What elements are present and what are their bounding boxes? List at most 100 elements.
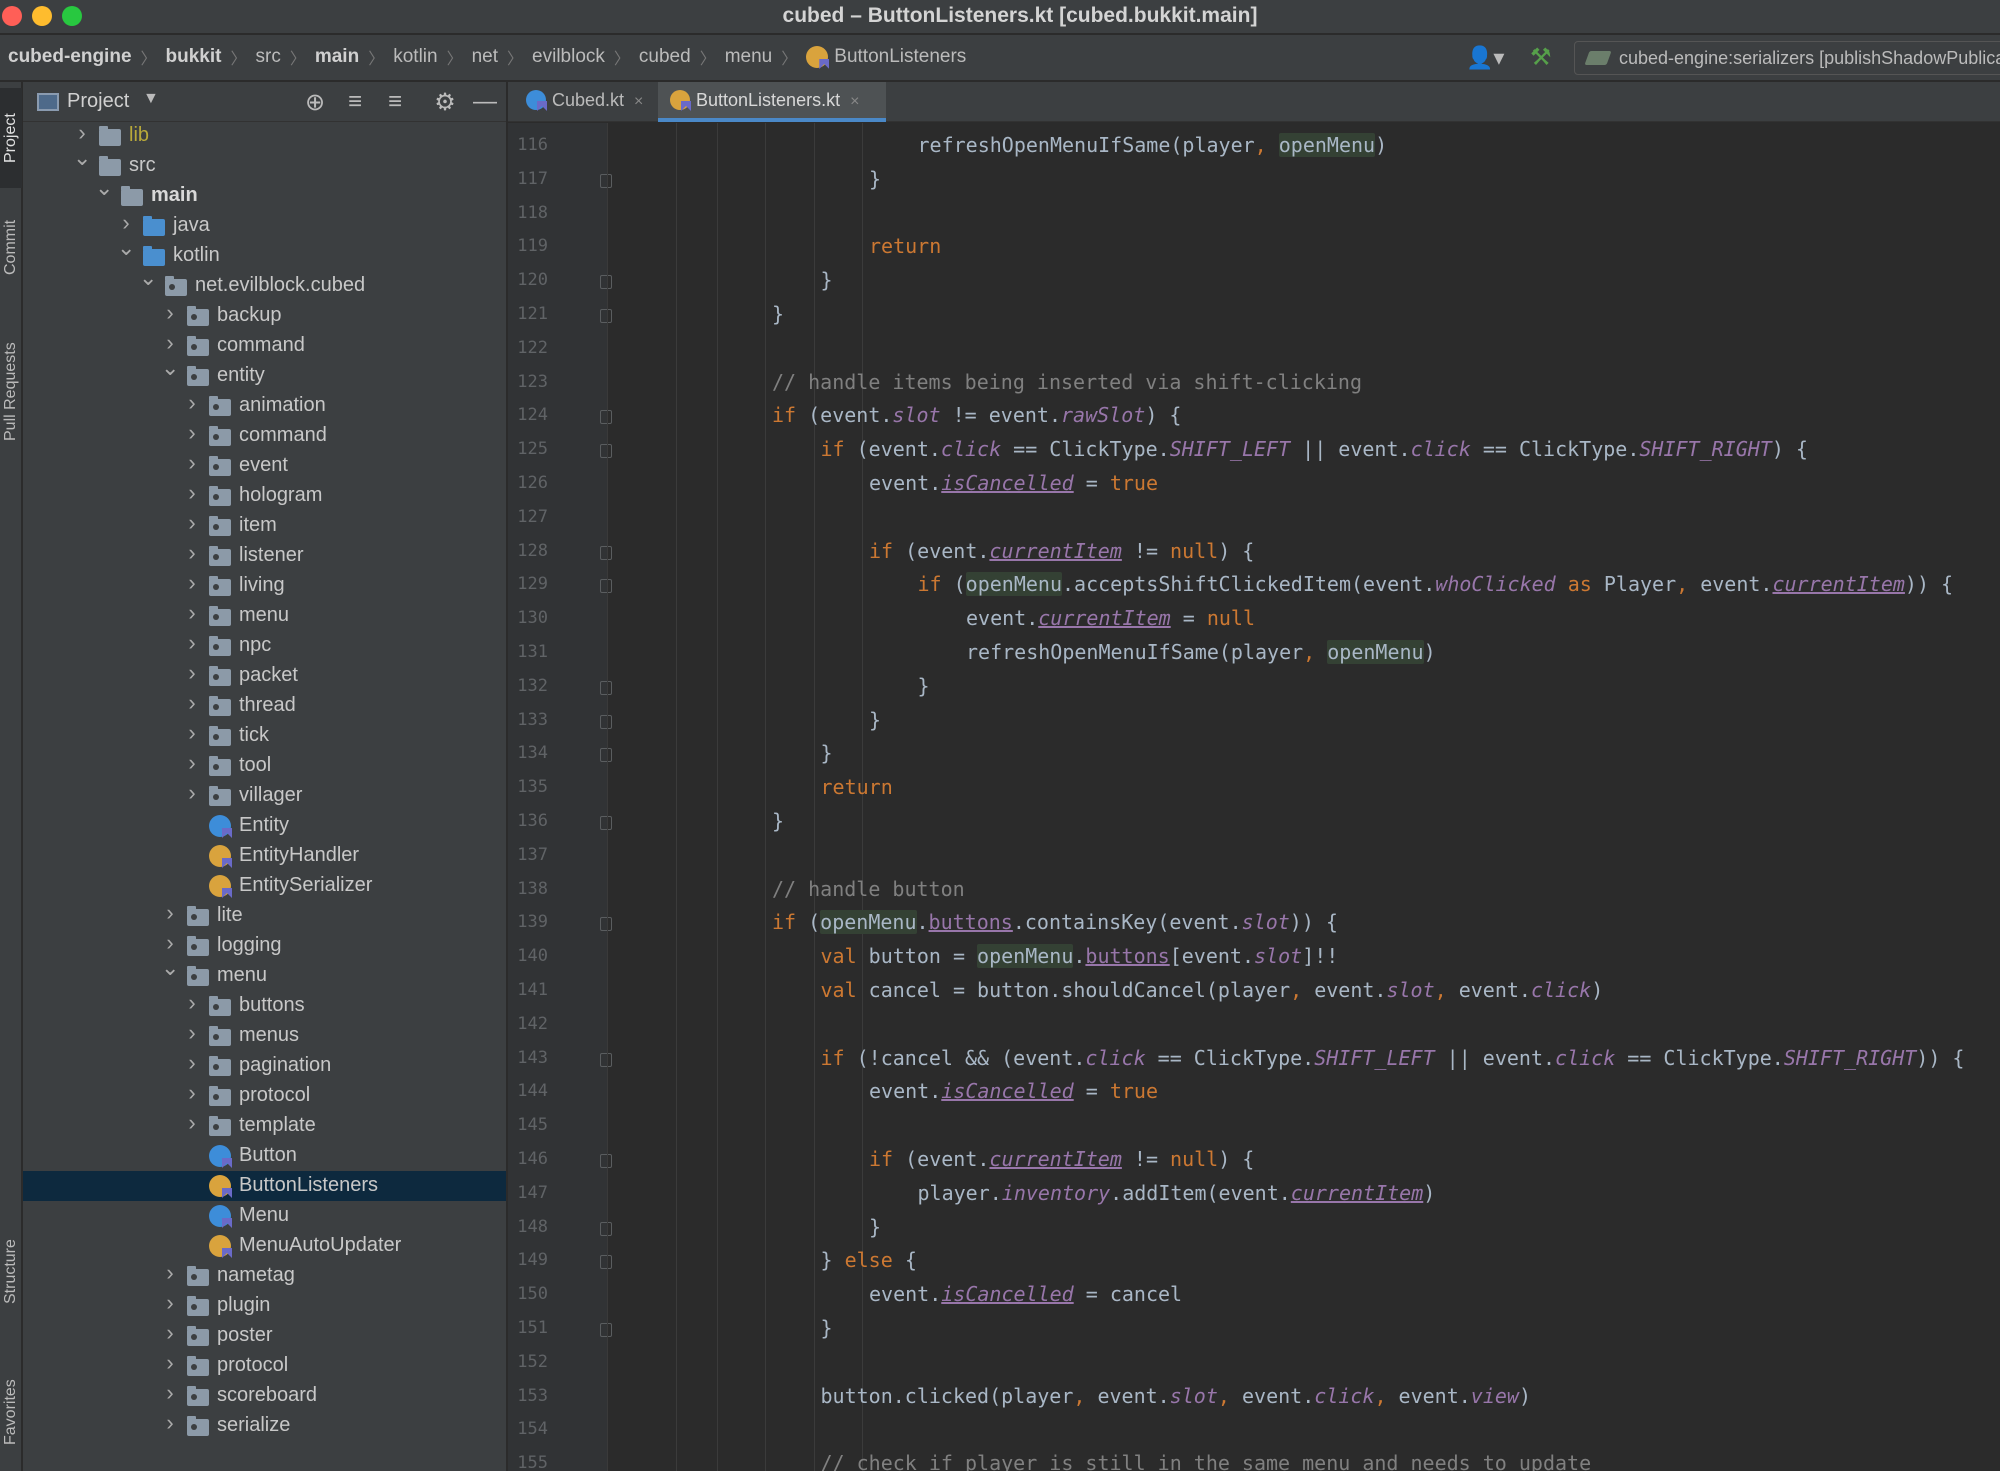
tree-item[interactable]: Menu: [23, 1201, 506, 1231]
tree-item[interactable]: › nametag: [23, 1260, 506, 1291]
chevron-right-icon[interactable]: ›: [183, 630, 201, 656]
chevron-right-icon[interactable]: ›: [183, 600, 201, 626]
tree-item[interactable]: ⌄ kotlin: [23, 235, 506, 271]
code-line[interactable]: return: [821, 775, 893, 805]
code-line[interactable]: }: [772, 302, 784, 332]
fold-marker-icon[interactable]: [600, 1255, 612, 1270]
tree-item[interactable]: › npc: [23, 630, 506, 661]
fold-marker-icon[interactable]: [600, 917, 612, 932]
code-line[interactable]: }: [821, 268, 833, 298]
tree-item[interactable]: › poster: [23, 1320, 506, 1351]
tree-item[interactable]: Button: [23, 1141, 506, 1171]
tree-item[interactable]: › event: [23, 450, 506, 481]
tree-item[interactable]: › menu: [23, 600, 506, 631]
fold-marker-icon[interactable]: [600, 275, 612, 290]
hide-panel-icon[interactable]: —: [471, 88, 499, 116]
chevron-right-icon[interactable]: ›: [183, 540, 201, 566]
fold-marker-icon[interactable]: [600, 309, 612, 323]
tree-item[interactable]: ⌄ entity: [23, 355, 506, 391]
tree-item[interactable]: › scoreboard: [23, 1380, 506, 1411]
code-line[interactable]: if (!cancel && (event.click == ClickType…: [821, 1046, 1965, 1076]
chevron-right-icon[interactable]: ›: [183, 420, 201, 446]
chevron-right-icon[interactable]: ›: [161, 1350, 179, 1376]
chevron-right-icon[interactable]: ›: [161, 1290, 179, 1316]
chevron-down-icon[interactable]: ⌄: [117, 235, 135, 261]
code-line[interactable]: // handle button: [772, 877, 965, 907]
tree-item[interactable]: › listener: [23, 540, 506, 571]
code-line[interactable]: }: [869, 1215, 881, 1245]
locate-file-icon[interactable]: ⊕: [301, 88, 329, 117]
code-line[interactable]: if (event.currentItem != null) {: [869, 539, 1254, 569]
commit-tool-tab[interactable]: Commit: [0, 202, 22, 292]
breadcrumb-item[interactable]: bukkit: [166, 46, 222, 68]
fold-marker-icon[interactable]: [600, 444, 612, 459]
tree-item[interactable]: › menus: [23, 1020, 506, 1051]
breadcrumb-item[interactable]: cubed-engine: [8, 46, 132, 68]
code-line[interactable]: }: [821, 1316, 833, 1346]
code-line[interactable]: if (openMenu.acceptsShiftClickedItem(eve…: [918, 572, 1953, 602]
breadcrumb-item[interactable]: main: [315, 46, 359, 68]
breadcrumb-item[interactable]: ButtonListeners: [806, 46, 966, 68]
tree-item[interactable]: › lite: [23, 900, 506, 931]
tree-item[interactable]: › command: [23, 330, 506, 361]
code-line[interactable]: event.isCancelled = cancel: [869, 1282, 1182, 1312]
code-line[interactable]: }: [772, 809, 784, 839]
code-line[interactable]: event.isCancelled = true: [869, 471, 1158, 501]
code-line[interactable]: }: [869, 708, 881, 738]
chevron-right-icon[interactable]: ›: [183, 720, 201, 746]
chevron-right-icon[interactable]: ›: [161, 930, 179, 956]
chevron-right-icon[interactable]: ›: [183, 390, 201, 416]
code-line[interactable]: return: [869, 234, 941, 264]
chevron-right-icon[interactable]: ›: [183, 780, 201, 806]
tree-item[interactable]: › hologram: [23, 480, 506, 511]
breadcrumb-item[interactable]: net: [472, 46, 498, 68]
chevron-right-icon[interactable]: ›: [183, 570, 201, 596]
fold-marker-icon[interactable]: [600, 579, 612, 594]
user-icon[interactable]: 👤▾: [1466, 45, 1504, 71]
chevron-right-icon[interactable]: ›: [183, 690, 201, 716]
breadcrumb-item[interactable]: cubed: [639, 46, 691, 68]
tree-item[interactable]: › protocol: [23, 1350, 506, 1381]
tree-item[interactable]: ⌄ main: [23, 175, 506, 211]
structure-tool-tab[interactable]: Structure: [0, 1217, 22, 1327]
close-tab-icon[interactable]: ×: [850, 93, 859, 110]
favorites-tool-tab[interactable]: Favorites: [0, 1357, 22, 1467]
tree-item[interactable]: › protocol: [23, 1080, 506, 1111]
tree-item[interactable]: › plugin: [23, 1290, 506, 1321]
chevron-right-icon[interactable]: ›: [183, 750, 201, 776]
tree-item[interactable]: EntityHandler: [23, 841, 506, 871]
tab-buttonlisteners-kt[interactable]: ButtonListeners.kt ×: [658, 82, 886, 122]
code-line[interactable]: if (event.click == ClickType.SHIFT_LEFT …: [821, 437, 1808, 467]
chevron-right-icon[interactable]: ›: [117, 210, 135, 236]
fold-marker-icon[interactable]: [600, 816, 612, 830]
tree-item[interactable]: ButtonListeners: [23, 1171, 506, 1201]
expand-all-icon[interactable]: ≡: [341, 88, 369, 116]
chevron-down-icon[interactable]: ⌄: [95, 175, 113, 201]
chevron-down-icon[interactable]: ⌄: [161, 955, 179, 981]
tree-item[interactable]: › animation: [23, 390, 506, 421]
code-line[interactable]: if (event.currentItem != null) {: [869, 1147, 1254, 1177]
chevron-right-icon[interactable]: ›: [161, 1380, 179, 1406]
project-tool-tab[interactable]: Project: [0, 88, 22, 188]
code-line[interactable]: // check if player is still in the same …: [821, 1451, 1592, 1471]
tree-item[interactable]: › logging: [23, 930, 506, 961]
breadcrumb-item[interactable]: evilblock: [532, 46, 605, 68]
chevron-right-icon[interactable]: ›: [183, 450, 201, 476]
chevron-down-icon[interactable]: ⌄: [73, 145, 91, 171]
tree-item[interactable]: › java: [23, 210, 506, 241]
chevron-right-icon[interactable]: ›: [183, 1110, 201, 1136]
tree-item[interactable]: › buttons: [23, 990, 506, 1021]
code-line[interactable]: player.inventory.addItem(event.currentIt…: [918, 1181, 1436, 1211]
chevron-down-icon[interactable]: ⌄: [139, 265, 157, 291]
breadcrumb-item[interactable]: src: [256, 46, 281, 68]
tree-item[interactable]: ⌄ net.evilblock.cubed: [23, 265, 506, 301]
fold-marker-icon[interactable]: [600, 680, 612, 695]
code-line[interactable]: if (openMenu.buttons.containsKey(event.s…: [772, 910, 1338, 940]
tab-cubed-kt[interactable]: Cubed.kt ×: [514, 82, 658, 122]
fold-marker-icon[interactable]: [600, 410, 612, 425]
chevron-right-icon[interactable]: ›: [161, 1410, 179, 1436]
code-line[interactable]: button.clicked(player, event.slot, event…: [821, 1384, 1532, 1414]
pull-requests-tool-tab[interactable]: Pull Requests: [0, 322, 22, 462]
breadcrumb-item[interactable]: kotlin: [393, 46, 437, 68]
fold-marker-icon[interactable]: [600, 748, 612, 763]
